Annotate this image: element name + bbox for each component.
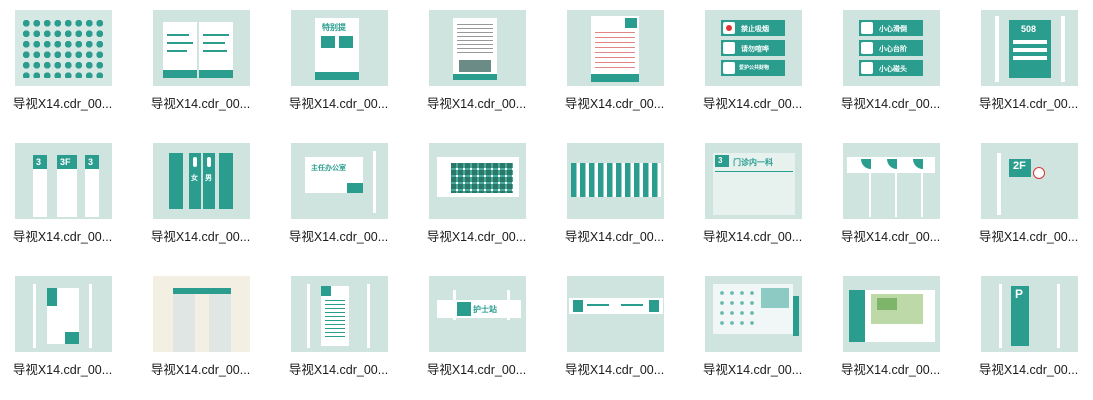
file-item[interactable]: 特别提 导视X14.cdr_00... <box>276 5 406 123</box>
file-thumbnail <box>843 276 940 352</box>
file-thumbnail: 主任办公室 <box>291 143 388 219</box>
file-item[interactable]: 导视X14.cdr_00... <box>552 138 682 256</box>
file-item[interactable]: P 导视X14.cdr_00... <box>966 271 1093 389</box>
sign-text: 爱护公共财物 <box>739 65 770 71</box>
sign-text: P <box>1015 287 1024 301</box>
file-thumbnail <box>429 143 526 219</box>
file-item[interactable]: 导视X14.cdr_00... <box>0 271 130 389</box>
file-item[interactable]: 导视X14.cdr_00... <box>552 5 682 123</box>
file-name: 导视X14.cdr_00... <box>426 97 527 111</box>
file-thumbnail <box>567 143 664 219</box>
file-thumbnail <box>291 276 388 352</box>
file-item[interactable]: 3 3F 3 导视X14.cdr_00... <box>0 138 130 256</box>
file-item[interactable]: 主任办公室 导视X14.cdr_00... <box>276 138 406 256</box>
file-name: 导视X14.cdr_00... <box>288 230 389 244</box>
file-name: 导视X14.cdr_00... <box>702 230 803 244</box>
file-item[interactable]: 3 门诊内一科 导视X14.cdr_00... <box>690 138 820 256</box>
file-thumbnail <box>567 276 664 352</box>
file-thumbnail <box>153 10 250 86</box>
sign-text: 小心台阶 <box>879 46 907 53</box>
file-item[interactable]: 导视X14.cdr_00... <box>414 138 544 256</box>
file-thumbnail <box>15 10 112 86</box>
sign-text: 2F <box>1013 160 1026 172</box>
file-name: 导视X14.cdr_00... <box>564 363 665 377</box>
file-name: 导视X14.cdr_00... <box>150 363 251 377</box>
file-thumbnail: P <box>981 276 1078 352</box>
file-item[interactable]: 导视X14.cdr_00... <box>414 5 544 123</box>
sign-text: 小心滑倒 <box>879 26 907 33</box>
sign-text: 请勿喧哗 <box>741 46 769 53</box>
file-name: 导视X14.cdr_00... <box>840 230 941 244</box>
sign-text: 主任办公室 <box>311 165 346 172</box>
sign-text: 3 <box>88 157 94 167</box>
file-name: 导视X14.cdr_00... <box>150 97 251 111</box>
file-item[interactable]: 导视X14.cdr_00... <box>276 271 406 389</box>
file-thumbnail: 3 3F 3 <box>15 143 112 219</box>
file-name: 导视X14.cdr_00... <box>288 363 389 377</box>
file-name: 导视X14.cdr_00... <box>12 97 113 111</box>
file-item[interactable]: 导视X14.cdr_00... <box>828 271 958 389</box>
file-thumbnail: 禁止吸烟 请勿喧哗 爱护公共财物 <box>705 10 802 86</box>
file-thumbnail: 护士站 <box>429 276 526 352</box>
sign-text: 3F <box>60 157 71 167</box>
file-thumbnail <box>705 276 802 352</box>
file-thumbnail: 3 门诊内一科 <box>705 143 802 219</box>
sign-text: 女 <box>191 175 198 182</box>
file-item[interactable]: 导视X14.cdr_00... <box>138 271 268 389</box>
file-name: 导视X14.cdr_00... <box>978 363 1079 377</box>
file-item[interactable]: 508 导视X14.cdr_00... <box>966 5 1093 123</box>
file-thumbnail <box>843 143 940 219</box>
file-name: 导视X14.cdr_00... <box>564 97 665 111</box>
file-name: 导视X14.cdr_00... <box>150 230 251 244</box>
file-item[interactable]: 导视X14.cdr_00... <box>690 271 820 389</box>
sign-text: 禁止吸烟 <box>741 26 769 33</box>
sign-text: 508 <box>1021 24 1037 34</box>
file-name: 导视X14.cdr_00... <box>12 363 113 377</box>
file-item[interactable]: 小心滑倒 小心台阶 小心碰头 导视X14.cdr_00... <box>828 5 958 123</box>
sign-text: 3 <box>36 157 42 167</box>
sign-text: 3 <box>718 156 723 165</box>
sign-text: 小心碰头 <box>879 66 907 73</box>
file-name: 导视X14.cdr_00... <box>288 97 389 111</box>
file-name: 导视X14.cdr_00... <box>702 363 803 377</box>
sign-text: 特别提 <box>322 23 346 32</box>
file-name: 导视X14.cdr_00... <box>978 230 1079 244</box>
file-thumbnail: 女 男 <box>153 143 250 219</box>
file-name: 导视X14.cdr_00... <box>840 363 941 377</box>
file-thumbnail <box>429 10 526 86</box>
file-thumbnail <box>153 276 250 352</box>
sign-text: 门诊内一科 <box>733 158 773 167</box>
file-thumbnail <box>567 10 664 86</box>
file-item[interactable]: 导视X14.cdr_00... <box>138 5 268 123</box>
file-item[interactable]: 导视X14.cdr_00... <box>828 138 958 256</box>
file-item[interactable]: 2F 导视X14.cdr_00... <box>966 138 1093 256</box>
file-grid: 导视X14.cdr_00... 导视X14.cdr_00... 特别提 导视X1… <box>0 0 1093 400</box>
file-item[interactable]: 导视X14.cdr_00... <box>552 271 682 389</box>
file-name: 导视X14.cdr_00... <box>426 363 527 377</box>
file-item[interactable]: 女 男 导视X14.cdr_00... <box>138 138 268 256</box>
file-name: 导视X14.cdr_00... <box>978 97 1079 111</box>
file-thumbnail: 508 <box>981 10 1078 86</box>
file-name: 导视X14.cdr_00... <box>12 230 113 244</box>
file-thumbnail: 2F <box>981 143 1078 219</box>
file-name: 导视X14.cdr_00... <box>840 97 941 111</box>
sign-text: 男 <box>205 175 212 182</box>
file-thumbnail: 小心滑倒 小心台阶 小心碰头 <box>843 10 940 86</box>
file-thumbnail: 特别提 <box>291 10 388 86</box>
file-name: 导视X14.cdr_00... <box>426 230 527 244</box>
file-item[interactable]: 导视X14.cdr_00... <box>0 5 130 123</box>
file-item[interactable]: 禁止吸烟 请勿喧哗 爱护公共财物 导视X14.cdr_00... <box>690 5 820 123</box>
file-item[interactable]: 护士站 导视X14.cdr_00... <box>414 271 544 389</box>
file-name: 导视X14.cdr_00... <box>564 230 665 244</box>
sign-text: 护士站 <box>473 305 497 314</box>
file-name: 导视X14.cdr_00... <box>702 97 803 111</box>
file-thumbnail <box>15 276 112 352</box>
